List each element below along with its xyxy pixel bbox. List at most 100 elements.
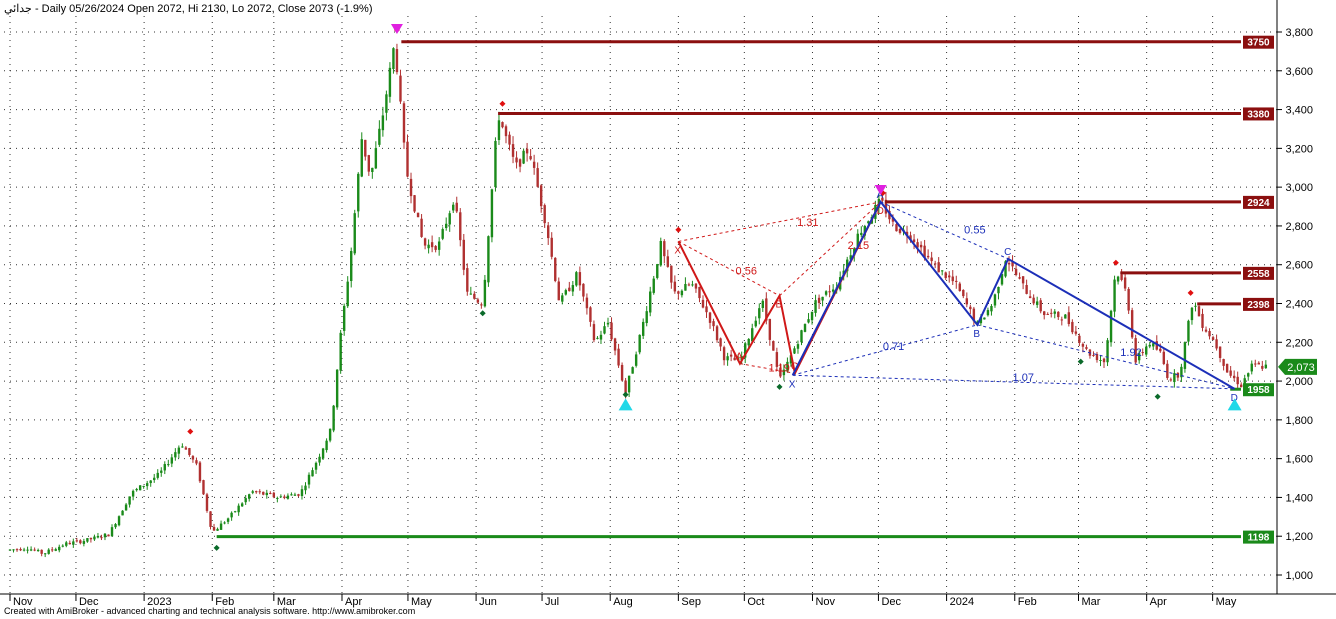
candle-body [212, 526, 216, 531]
candle-body [1204, 329, 1208, 332]
candle-body [817, 297, 821, 303]
candle-body [1197, 306, 1201, 317]
candle-body [420, 218, 423, 237]
candle-body [1021, 276, 1025, 284]
candle-body [40, 549, 43, 554]
candle-body [983, 317, 986, 320]
candle-body [483, 279, 487, 307]
candle-body [311, 470, 314, 477]
candle-body [72, 541, 75, 545]
candle-body [427, 244, 430, 249]
candle-body [1032, 297, 1035, 304]
candle-body [318, 456, 321, 463]
candle-body [1148, 344, 1151, 347]
candle-body [248, 494, 251, 499]
candle-body [216, 528, 219, 531]
candle-body [202, 480, 205, 495]
candle-body [198, 462, 202, 482]
candle-body [634, 354, 638, 366]
candle-body [1120, 274, 1123, 280]
candle-body [1046, 313, 1049, 315]
candle-body [339, 332, 342, 371]
candle-body [459, 212, 462, 241]
candle-body [128, 496, 131, 505]
candle-body [965, 298, 969, 305]
candle-body [539, 185, 543, 207]
candle-body [1043, 311, 1046, 316]
candle-body [378, 128, 381, 145]
candle-body [138, 485, 142, 491]
candle-body [293, 494, 297, 496]
candle-body [1130, 310, 1134, 338]
price-chart: 37503380292425582398195811982,073 XABCD1… [0, 0, 1336, 608]
harmonic-red-legs [677, 201, 882, 377]
harmonic-blue-point-label: C [1004, 247, 1011, 258]
ohlc-info: - Daily 05/26/2024 Open 2072, Hi 2130, L… [34, 3, 373, 15]
candle-body [335, 369, 339, 408]
candle-body [342, 305, 346, 331]
candle-body [997, 286, 1000, 294]
candle-body [392, 48, 395, 70]
candle-body [96, 535, 100, 538]
candle-body [416, 212, 420, 218]
level-label-1198: 1198 [1248, 533, 1270, 544]
candle-body [269, 492, 272, 494]
candle-body [145, 483, 149, 487]
candle-body [525, 148, 529, 154]
candle-body [1092, 355, 1095, 357]
candle-body [1141, 352, 1144, 354]
candle-body [103, 533, 107, 538]
candle-body [547, 225, 550, 239]
candle-body [1222, 359, 1225, 366]
candle-body [532, 161, 536, 168]
candle-body [314, 462, 318, 470]
candle-body [395, 49, 399, 73]
y-tick-label: 1,200 [1285, 531, 1313, 543]
chart-footer: Created with AmiBroker - advanced charti… [4, 606, 416, 616]
candle-body [606, 322, 610, 325]
candle-body [592, 324, 596, 341]
candle-body [610, 322, 613, 340]
candle-body [772, 341, 775, 351]
x-tick-label: May [1216, 596, 1237, 608]
candle-body [321, 448, 325, 459]
candle-body [1035, 301, 1039, 305]
x-tick-label: Oct [747, 596, 764, 608]
harmonic-blue-ratio-label: 1.07 [1013, 372, 1034, 384]
candle-body [828, 291, 831, 293]
candle-body [821, 296, 824, 301]
candle-body [1127, 288, 1130, 311]
candle-body [466, 268, 469, 292]
candle-body [82, 541, 86, 544]
candle-body [110, 527, 114, 537]
candle-body [1014, 268, 1018, 275]
candle-body [1225, 363, 1229, 373]
candle-body [219, 523, 223, 530]
candle-body [480, 304, 483, 306]
candle-body [385, 94, 388, 113]
candle-body [156, 472, 159, 478]
x-tick-label: Jul [545, 596, 559, 608]
candle-body [300, 489, 304, 497]
candle-body [195, 460, 198, 464]
candle-body [1218, 346, 1222, 358]
candle-body [462, 239, 465, 270]
candle-body [793, 348, 796, 354]
harmonic-red-ratio-line [678, 201, 881, 242]
candle-body [613, 338, 617, 351]
candle-body [1201, 313, 1204, 328]
candle-body [409, 178, 413, 197]
candle-body [726, 356, 729, 361]
candle-body [986, 310, 990, 316]
harmonic-blue-ratio-label: 0.55 [964, 225, 985, 237]
candle-body [687, 284, 691, 286]
candle-body [107, 534, 110, 537]
candle-body [399, 75, 402, 102]
candle-body [1215, 339, 1218, 349]
candle-body [666, 256, 670, 267]
level-label-2558: 2558 [1247, 269, 1270, 280]
candle-body [585, 297, 589, 309]
candle-body [430, 242, 434, 248]
candle-body [1250, 363, 1253, 372]
candle-body [167, 464, 170, 466]
